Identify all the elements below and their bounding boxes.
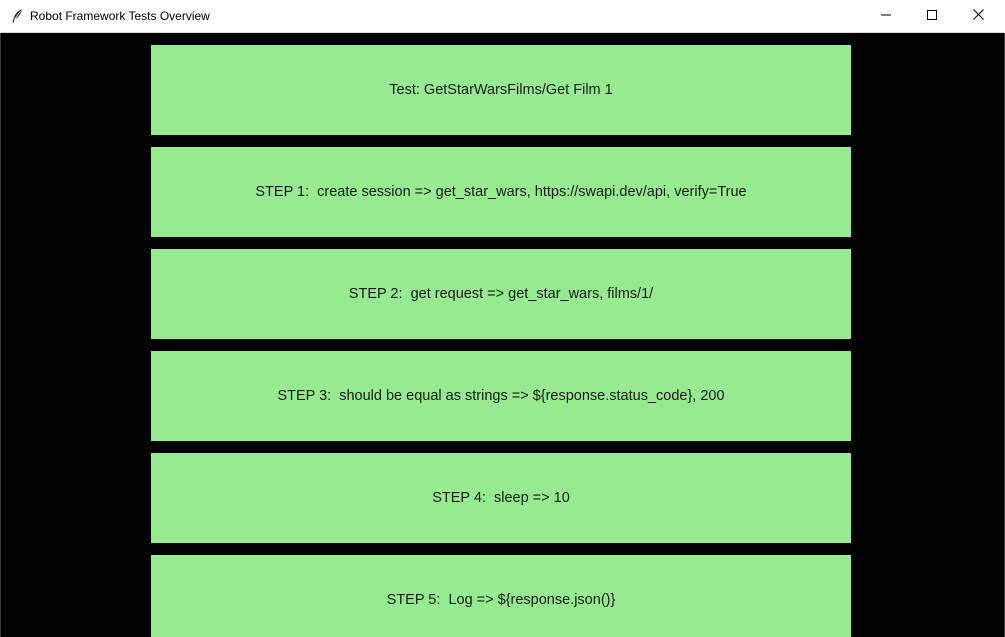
close-button[interactable] (955, 0, 1001, 32)
title-bar[interactable]: Robot Framework Tests Overview (0, 0, 1005, 33)
step-panel-3: STEP 3: should be equal as strings => ${… (151, 351, 851, 441)
minimize-icon (881, 7, 891, 25)
app-window: Robot Framework Tests Overview Test: Get… (0, 0, 1005, 637)
test-title-panel: Test: GetStarWarsFilms/Get Film 1 (151, 45, 851, 135)
window-title: Robot Framework Tests Overview (30, 9, 210, 23)
maximize-button[interactable] (909, 0, 955, 32)
step-text-1: STEP 1: create session => get_star_wars,… (255, 184, 747, 200)
step-text-4: STEP 4: sleep => 10 (432, 490, 570, 506)
step-text-5: STEP 5: Log => ${response.json()} (386, 592, 616, 608)
minimize-button[interactable] (863, 0, 909, 32)
test-title-text: Test: GetStarWarsFilms/Get Film 1 (389, 82, 613, 98)
feather-icon (9, 8, 25, 24)
step-panel-1: STEP 1: create session => get_star_wars,… (151, 147, 851, 237)
maximize-icon (927, 7, 937, 25)
step-panel-4: STEP 4: sleep => 10 (151, 453, 851, 543)
step-text-3: STEP 3: should be equal as strings => ${… (277, 388, 725, 404)
step-panel-5: STEP 5: Log => ${response.json()} (151, 555, 851, 637)
tests-overview-area[interactable]: Test: GetStarWarsFilms/Get Film 1 STEP 1… (0, 33, 1005, 637)
step-text-2: STEP 2: get request => get_star_wars, fi… (348, 286, 654, 302)
close-icon (972, 7, 984, 25)
step-panel-2: STEP 2: get request => get_star_wars, fi… (151, 249, 851, 339)
window-border-left (0, 33, 1, 637)
